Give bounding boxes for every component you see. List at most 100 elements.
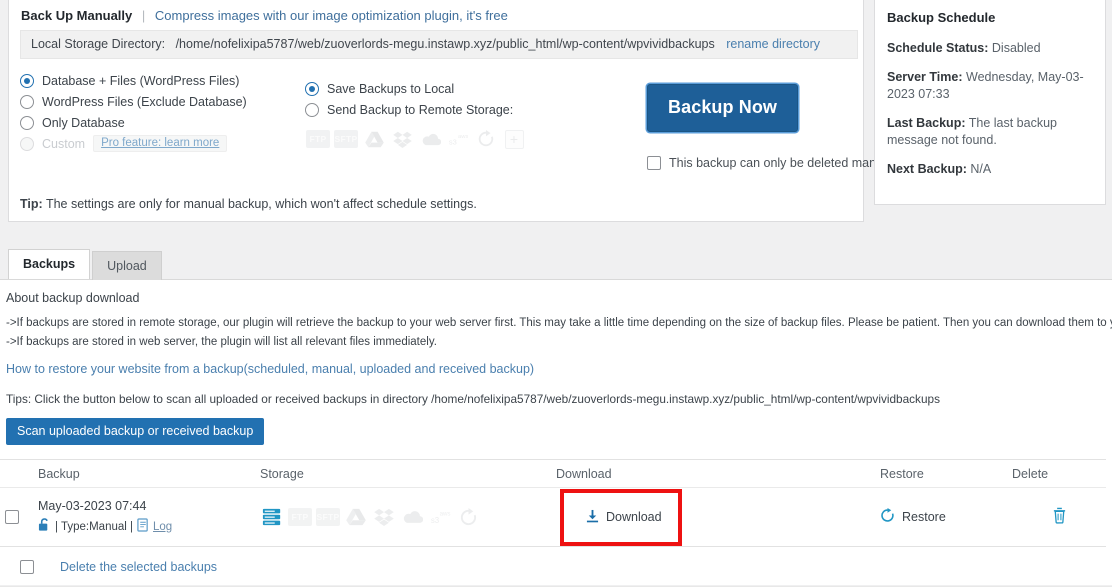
scan-uploaded-backup-button[interactable]: Scan uploaded backup or received backup (6, 418, 265, 445)
onedrive-icon (400, 507, 424, 527)
svg-text:s3: s3 (449, 137, 457, 146)
radio-indicator[interactable] (20, 115, 34, 130)
log-document-icon[interactable] (137, 518, 149, 535)
refresh-icon (474, 129, 498, 149)
ftp-icon-label: FTP (288, 508, 312, 526)
amazon-s3-icon: s3 aws (446, 129, 470, 149)
radio-label: WordPress Files (Exclude Database) (42, 94, 247, 109)
google-drive-icon (362, 129, 386, 149)
radio-option-save-local[interactable]: Save Backups to Local (305, 78, 565, 99)
header-download: Download (556, 466, 612, 481)
pro-feature-link[interactable]: Pro feature: learn more (93, 135, 228, 152)
last-backup-row: Last Backup: The last backup message not… (887, 115, 1093, 149)
ftp-icon: FTP (306, 129, 330, 149)
header-delete: Delete (1012, 466, 1049, 481)
restore-label: Restore (902, 510, 946, 524)
about-line-remote: ->If backups are stored in remote storag… (6, 317, 1112, 329)
last-backup-label: Last Backup: (887, 116, 966, 130)
how-to-restore-link[interactable]: How to restore your website from a backu… (6, 362, 1106, 376)
radio-label: Only Database (42, 115, 125, 130)
next-backup-label: Next Backup: (887, 162, 967, 176)
add-storage-icon[interactable]: + (502, 129, 526, 149)
schedule-status-row: Schedule Status: Disabled (887, 40, 1093, 57)
delete-manually-checkbox[interactable] (647, 156, 661, 170)
delete-manually-option[interactable]: This backup can only be deleted manually (647, 156, 902, 170)
backup-manually-panel: Back Up Manually | Compress images with … (8, 0, 902, 222)
delete-selected-backups-label[interactable]: Delete the selected backups (60, 560, 217, 574)
log-link[interactable]: Log (153, 521, 172, 533)
radio-label: Send Backup to Remote Storage: (327, 102, 514, 117)
unlock-icon[interactable] (38, 518, 51, 535)
radio-label: Custom (42, 136, 86, 151)
radio-label: Database + Files (WordPress Files) (42, 73, 240, 88)
row-select-checkbox[interactable] (5, 510, 19, 524)
rename-directory-link[interactable]: rename directory (726, 37, 820, 51)
backup-type-text: | Type:Manual | (55, 520, 134, 533)
header-storage: Storage (260, 466, 304, 481)
image-optimization-promo-link[interactable]: Compress images with our image optimizat… (155, 8, 508, 23)
radio-option-wordpress-files[interactable]: WordPress Files (Exclude Database) (20, 91, 300, 112)
radio-indicator[interactable] (305, 81, 319, 96)
amazon-s3-icon: s3 aws (428, 507, 452, 527)
row-storage-cell: FTP SFTP s3 aws (260, 507, 556, 527)
directory-path: /home/nofelixipa5787/web/zuoverlords-meg… (175, 37, 715, 51)
next-backup-row: Next Backup: N/A (887, 161, 1093, 178)
backup-type-group: Database + Files (WordPress Files) WordP… (20, 70, 300, 154)
refresh-icon (456, 507, 480, 527)
trash-icon[interactable] (1052, 507, 1067, 527)
sftp-icon-label: SFTP (316, 508, 340, 526)
header-restore: Restore (880, 466, 924, 481)
radio-option-database-files[interactable]: Database + Files (WordPress Files) (20, 70, 300, 91)
svg-text:s3: s3 (430, 516, 439, 525)
dropbox-icon (390, 129, 414, 149)
backup-now-button[interactable]: Backup Now (647, 84, 799, 132)
download-button[interactable]: Download (586, 509, 662, 526)
tip-text: The settings are only for manual backup,… (45, 197, 477, 211)
backup-destination-group: Save Backups to Local Send Backup to Rem… (305, 78, 565, 149)
backup-now-area: Backup Now This backup can only be delet… (647, 84, 902, 170)
schedule-card-title: Backup Schedule (887, 10, 996, 25)
radio-option-only-database[interactable]: Only Database (20, 112, 300, 133)
row-checkbox-cell (0, 510, 38, 524)
sftp-icon: SFTP (316, 507, 340, 527)
radio-indicator (20, 136, 34, 151)
radio-indicator[interactable] (20, 73, 34, 88)
backups-table: Backup Storage Download Restore Delete M… (0, 459, 1106, 547)
top-section: Back Up Manually | Compress images with … (0, 0, 1112, 228)
row-backup-cell: May-03-2023 07:44 | Type:Manual | Log (38, 499, 260, 535)
storage-icon-list: FTP SFTP s3 aws (260, 507, 556, 527)
radio-option-send-remote[interactable]: Send Backup to Remote Storage: (305, 99, 565, 120)
ftp-icon-label: FTP (306, 130, 330, 148)
scan-tips-text: Tips: Click the button below to scan all… (6, 392, 940, 406)
add-storage-plus-label: + (504, 129, 524, 149)
backup-schedule-card: Backup Schedule Schedule Status: Disable… (874, 0, 1106, 205)
table-footer-row: Delete the selected backups (0, 547, 1112, 587)
svg-text:aws: aws (439, 510, 450, 517)
row-delete-cell (1012, 507, 1106, 527)
backup-meta: | Type:Manual | Log (38, 518, 260, 535)
server-time-row: Server Time: Wednesday, May-03-2023 07:3… (887, 69, 1093, 103)
delete-selected-checkbox[interactable] (20, 559, 34, 574)
tab-backups[interactable]: Backups (8, 249, 91, 279)
radio-indicator[interactable] (20, 94, 34, 109)
tab-upload[interactable]: Upload (92, 251, 162, 280)
remote-storage-provider-list: FTP SFTP s3 aws + (306, 129, 565, 149)
restore-refresh-icon (880, 508, 895, 526)
download-icon (586, 509, 599, 526)
google-drive-icon (344, 507, 368, 527)
sftp-icon-label: SFTP (334, 130, 358, 148)
panel-title: Back Up Manually (21, 8, 133, 23)
sftp-icon: SFTP (334, 129, 358, 149)
radio-indicator[interactable] (305, 102, 319, 117)
table-row: May-03-2023 07:44 | Type:Manual | Log FT… (0, 488, 1106, 546)
schedule-status-label: Schedule Status: (887, 41, 989, 55)
backup-options: Database + Files (WordPress Files) WordP… (9, 70, 902, 180)
radio-option-custom: Custom Pro feature: learn more (20, 133, 300, 154)
ftp-icon: FTP (288, 507, 312, 527)
restore-button[interactable]: Restore (880, 508, 1012, 526)
header-backup: Backup (38, 466, 80, 481)
about-line-webserver: ->If backups are stored in web server, t… (6, 336, 437, 348)
panel-tabs: Backups Upload (8, 249, 164, 280)
row-download-cell: Download (556, 488, 880, 546)
radio-label: Save Backups to Local (327, 81, 455, 96)
